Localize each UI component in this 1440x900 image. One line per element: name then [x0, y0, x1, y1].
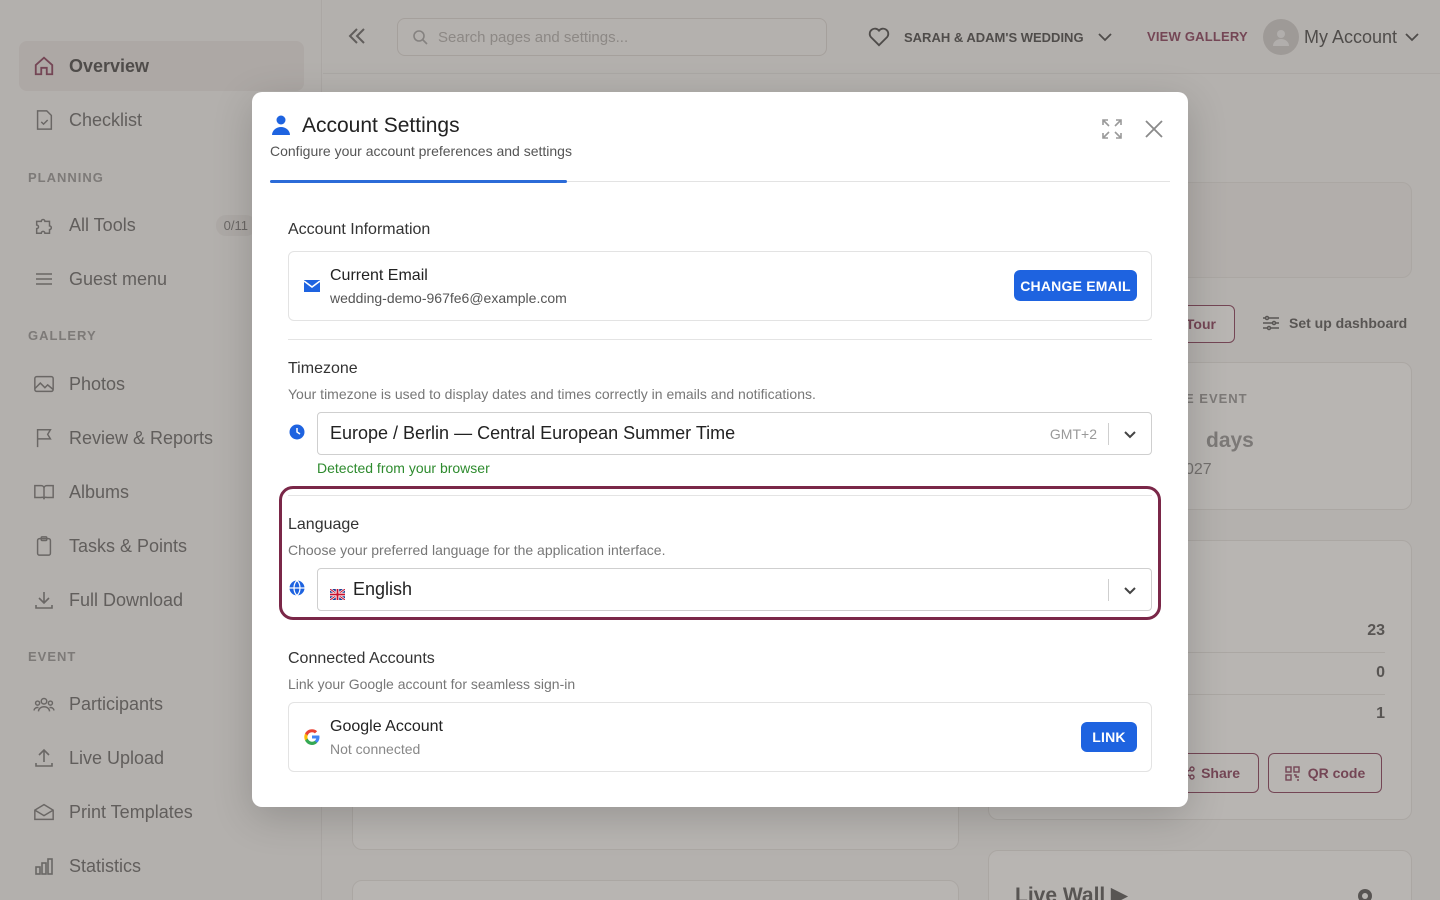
- close-icon: [1145, 120, 1163, 138]
- email-box: Current Email wedding-demo-967fe6@exampl…: [288, 251, 1152, 321]
- section-divider: [288, 339, 1152, 340]
- current-email-value: wedding-demo-967fe6@example.com: [330, 290, 567, 306]
- timezone-selected-value: Europe / Berlin — Central European Summe…: [330, 423, 736, 443]
- google-account-label: Google Account: [330, 718, 443, 735]
- timezone-select[interactable]: Europe / Berlin — Central European Summe…: [317, 412, 1152, 455]
- user-icon: [272, 115, 290, 135]
- timezone-offset: GMT+2: [1049, 426, 1097, 442]
- link-google-button[interactable]: LINK: [1081, 722, 1137, 752]
- section-divider: [288, 495, 1152, 496]
- connected-accounts-title: Connected Accounts: [288, 650, 435, 667]
- chevron-down-icon: [1124, 587, 1136, 595]
- globe-icon: [289, 580, 305, 596]
- change-email-button[interactable]: CHANGE EMAIL: [1014, 270, 1137, 301]
- account-settings-modal: Account Settings Configure your account …: [252, 92, 1188, 807]
- modal-title: Account Settings: [302, 114, 460, 137]
- active-tab-indicator: [270, 180, 567, 183]
- expand-icon: [1102, 119, 1122, 139]
- timezone-description: Your timezone is used to display dates a…: [288, 386, 816, 402]
- uk-flag-icon: [329, 584, 346, 601]
- timezone-detected-note: Detected from your browser: [317, 460, 490, 476]
- expand-button[interactable]: [1100, 117, 1124, 141]
- language-description: Choose your preferred language for the a…: [288, 542, 666, 558]
- clock-icon: [289, 424, 305, 440]
- mail-icon: [303, 280, 321, 292]
- current-email-label: Current Email: [330, 267, 428, 284]
- language-select[interactable]: English: [317, 568, 1152, 611]
- google-account-status: Not connected: [330, 741, 421, 757]
- timezone-title: Timezone: [288, 360, 358, 377]
- select-separator: [1108, 579, 1109, 601]
- select-separator: [1108, 423, 1109, 445]
- language-selected-value: English: [353, 579, 413, 599]
- connected-accounts-description: Link your Google account for seamless si…: [288, 676, 576, 692]
- close-button[interactable]: [1142, 117, 1166, 141]
- google-icon: [304, 729, 320, 745]
- google-account-box: Google Account Not connected LINK: [288, 702, 1152, 772]
- chevron-down-icon: [1124, 431, 1136, 439]
- language-title: Language: [288, 516, 360, 533]
- account-info-title: Account Information: [288, 221, 431, 238]
- modal-subtitle: Configure your account preferences and s…: [270, 143, 572, 159]
